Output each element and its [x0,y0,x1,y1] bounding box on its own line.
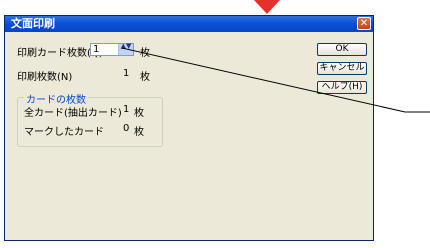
screenshot-stage: 文面印刷 ✕ 印刷カード枚数(Q) 1 ▲▼ 枚 印刷枚数(N) 1 枚 カード… [0,0,430,248]
callout-leader-line [121,47,430,113]
